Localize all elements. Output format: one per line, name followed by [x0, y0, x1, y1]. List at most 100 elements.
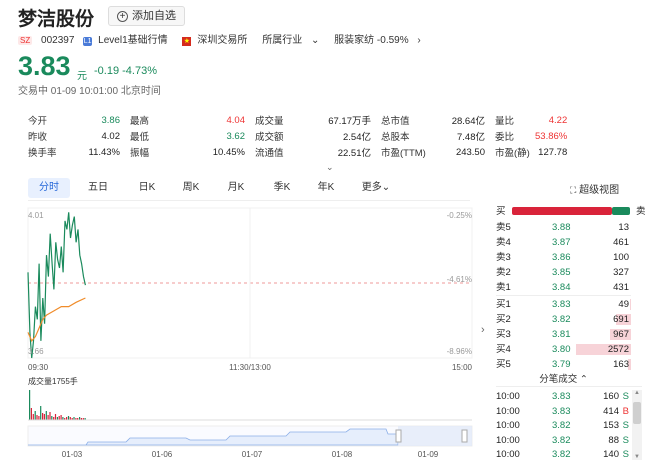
volume-bar — [67, 416, 70, 420]
scroll-up-icon[interactable]: ▲ — [632, 390, 642, 396]
level-volume: 13 — [618, 222, 629, 233]
navigator-left-handle[interactable] — [395, 429, 402, 443]
trades-scrollbar[interactable]: ▲ ▼ — [632, 390, 642, 460]
level-label: 买3 — [496, 329, 511, 340]
level-price: 3.81 — [552, 329, 571, 340]
volume-bar — [45, 411, 47, 420]
book-divider — [496, 295, 631, 296]
x-axis-end-label: 15:00 — [452, 363, 473, 372]
volume-bar — [38, 416, 40, 420]
navigator-selection[interactable] — [398, 426, 472, 446]
trade-time: 10:00 — [496, 405, 520, 417]
trade-side: S — [622, 449, 629, 460]
add-watchlist-button[interactable]: + 添加自选 — [108, 6, 185, 26]
tab-more[interactable]: 更多⌄ — [356, 178, 396, 198]
bid-row[interactable]: 买4 3.80 2572 — [496, 342, 631, 357]
level-info: L1 Level1基础行情 — [83, 35, 168, 46]
order-book: 买 卖 卖5 3.88 13 卖4 3.87 461 卖3 3.86 100 卖2 3.85 327 卖… — [496, 204, 646, 372]
bid-row[interactable]: 买2 3.82 691 — [496, 312, 631, 327]
level-label: 卖1 — [496, 282, 511, 293]
stat-value: 67.17万手 — [328, 116, 371, 127]
tab-yearly-k[interactable]: 年K — [308, 178, 344, 198]
trades-divider — [496, 386, 642, 387]
trade-volume: 414 — [603, 405, 619, 417]
level-volume: 327 — [613, 267, 629, 278]
volume-label: 成交量1755手 — [28, 376, 78, 386]
level-label: 买4 — [496, 344, 511, 355]
trades-header[interactable]: 分笔成交 ⌃ — [496, 371, 631, 385]
nav-date-0: 01-03 — [62, 450, 83, 459]
stat-value: 28.64亿 — [451, 116, 485, 127]
stat-label: 总市值 — [381, 116, 410, 127]
trade-volume: 153 — [603, 420, 619, 431]
current-price: 3.83 — [18, 51, 71, 81]
volume-bar — [630, 299, 631, 310]
tab-weekly-k[interactable]: 周K — [173, 178, 209, 198]
intraday-chart[interactable]: 4.01 3.66 -0.25% -4.61% -8.96% 09:30 11:… — [26, 204, 476, 468]
stats-row: 昨收 4.02 最低 3.62 成交额 2.54亿 总股本 7.48亿 委比 53.86% — [28, 128, 577, 144]
stat-label: 振幅 — [130, 148, 150, 159]
sector-link[interactable]: 服装家纺 -0.59% › — [334, 31, 427, 46]
stat-value: 22.51亿 — [337, 148, 371, 159]
bid-row[interactable]: 买1 3.83 49 — [496, 297, 631, 312]
stats-table: 今开 3.86 最高 4.04 成交量 67.17万手 总市值 28.64亿 量比 4.22 昨收 4… — [28, 112, 577, 160]
level-price: 3.85 — [552, 267, 571, 278]
stat-value: 3.62 — [226, 130, 246, 142]
trade-price: 3.82 — [552, 420, 571, 431]
ask-row[interactable]: 卖1 3.84 431 — [496, 280, 631, 295]
level-volume: 100 — [613, 252, 629, 263]
y-axis-top-label: 4.01 — [28, 211, 44, 220]
level-price: 3.86 — [552, 252, 571, 263]
navigator-right-handle[interactable] — [461, 429, 468, 443]
ask-row[interactable]: 卖2 3.85 327 — [496, 265, 631, 280]
bid-row[interactable]: 买5 3.79 163 — [496, 357, 631, 372]
super-view-button[interactable]: ⛶ 超级视图 — [570, 181, 619, 196]
price-unit: 元 — [77, 71, 87, 82]
level-label: 买2 — [496, 314, 511, 325]
volume-bar — [32, 414, 34, 420]
plus-icon: + — [117, 11, 128, 22]
stock-name: 梦洁股份 — [18, 9, 95, 30]
level-price: 3.82 — [552, 314, 571, 325]
tab-intraday[interactable]: 分时 — [28, 178, 70, 198]
expand-icon: ⛶ — [570, 185, 577, 195]
trade-price: 3.82 — [552, 434, 571, 446]
stat-label: 量比 — [495, 116, 515, 127]
stat-value: 3.86 — [101, 114, 121, 126]
bid-row[interactable]: 买3 3.81 967 — [496, 327, 631, 342]
scroll-down-icon[interactable]: ▼ — [632, 454, 642, 460]
stat-label: 总股本 — [381, 132, 410, 143]
industry-dropdown[interactable]: 所属行业 ⌄ — [262, 31, 325, 46]
volume-bar — [54, 414, 57, 420]
tab-quarterly-k[interactable]: 季K — [264, 178, 300, 198]
stat-value: 7.48亿 — [457, 132, 485, 143]
ask-row[interactable]: 卖5 3.88 13 — [496, 220, 631, 235]
chevron-right-icon[interactable]: › — [481, 324, 485, 336]
tab-five-day[interactable]: 五日 — [80, 178, 116, 198]
trade-price: 3.83 — [552, 405, 571, 417]
tab-daily-k[interactable]: 日K — [129, 178, 165, 198]
scrollbar-thumb[interactable] — [633, 402, 641, 424]
level-volume: 2572 — [607, 344, 629, 355]
nav-date-3: 01-08 — [332, 450, 353, 459]
level-volume: 49 — [618, 299, 629, 310]
expand-chevron-icon[interactable]: ⌄ — [326, 162, 334, 173]
volume-bar — [47, 415, 49, 420]
stat-label: 最高 — [130, 116, 150, 127]
ask-row[interactable]: 卖3 3.86 100 — [496, 250, 631, 265]
level-price: 3.87 — [552, 237, 571, 248]
level-label: 卖2 — [496, 267, 511, 278]
x-axis-start-label: 09:30 — [28, 363, 49, 372]
chevron-right-icon: › — [417, 35, 421, 46]
trade-timestamp: 交易中 01-09 10:01:00 北京时间 — [18, 86, 161, 97]
stat-value: 4.22 — [548, 114, 568, 126]
stat-value: 2.54亿 — [343, 132, 371, 143]
trade-row: 10:00 3.82 153 S — [496, 419, 631, 433]
pct-top-label: -0.25% — [447, 211, 472, 220]
tab-monthly-k[interactable]: 月K — [218, 178, 254, 198]
ask-row[interactable]: 卖4 3.87 461 — [496, 235, 631, 250]
level-label: 卖3 — [496, 252, 511, 263]
price-change: -0.19 -4.73% — [94, 65, 157, 77]
chevron-down-icon: ⌄ — [381, 182, 391, 193]
trade-time: 10:00 — [496, 449, 520, 460]
